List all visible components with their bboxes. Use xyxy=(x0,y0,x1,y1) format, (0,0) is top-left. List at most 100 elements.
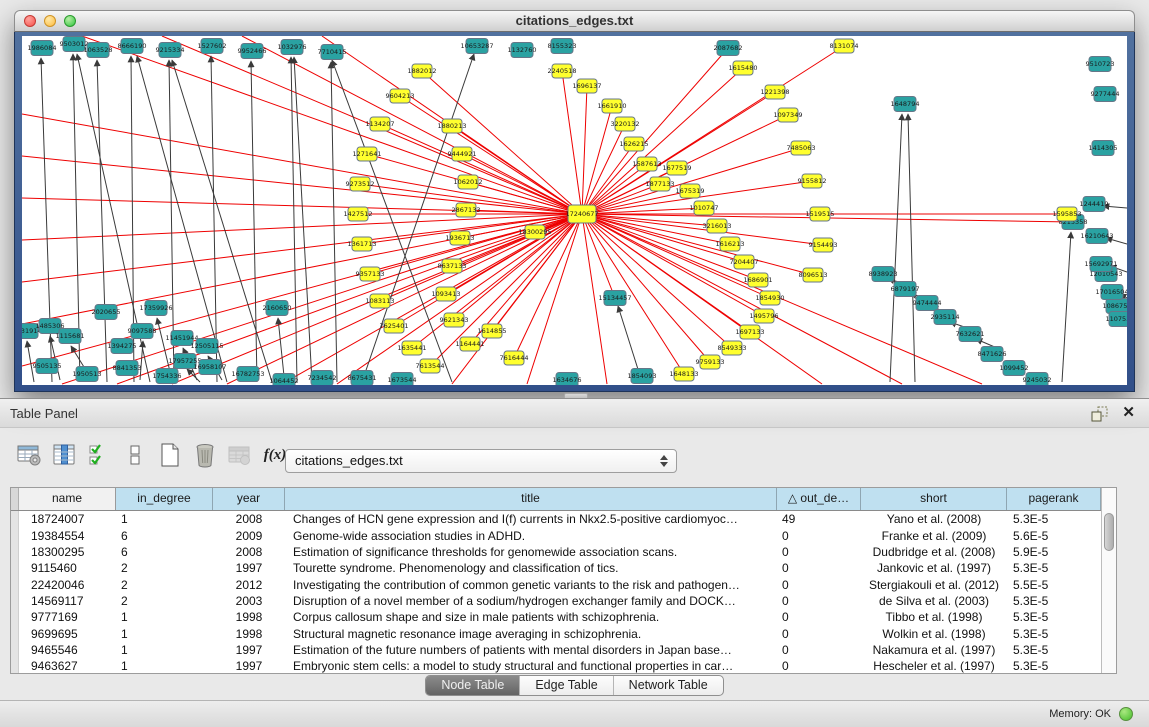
graph-node-label: 9357133 xyxy=(356,270,385,278)
tab-node-table[interactable]: Node Table xyxy=(426,676,520,695)
graph-node-label: 1083113 xyxy=(366,297,395,305)
graph-node-label: 1634676 xyxy=(553,376,582,384)
graph-node-label: 1950513 xyxy=(73,370,102,378)
graph-node-label: 1519515 xyxy=(806,210,835,218)
graph-node-label: 1427512 xyxy=(344,210,373,218)
graph-node-label: 1936713 xyxy=(446,234,475,242)
graph-node-label: 1164441 xyxy=(456,340,485,348)
column-header-in_degree[interactable]: in_degree xyxy=(116,488,213,510)
table-row[interactable]: 1938455462009Genome-wide association stu… xyxy=(11,527,1116,543)
cell-in_degree: 2 xyxy=(116,594,213,608)
window-title: citations_edges.txt xyxy=(15,11,1134,31)
minimize-window-button[interactable] xyxy=(44,15,56,27)
row-gutter xyxy=(11,527,19,543)
vertical-scrollbar[interactable] xyxy=(1101,488,1116,673)
graph-node-label: 7710415 xyxy=(318,48,347,56)
table-select-dropdown[interactable]: citations_edges.txt xyxy=(285,449,677,473)
table-row[interactable]: 977716911998Corpus callosum shape and si… xyxy=(11,609,1116,625)
zoom-window-button[interactable] xyxy=(64,15,76,27)
column-header-pagerank[interactable]: pagerank xyxy=(1007,488,1101,510)
cell-short: Dudbridge et al. (2008) xyxy=(861,545,1007,559)
window-titlebar[interactable]: citations_edges.txt xyxy=(14,10,1135,32)
cell-out_degree: 0 xyxy=(777,610,861,624)
cell-in_degree: 6 xyxy=(116,545,213,559)
graph-node-label: 17016504 xyxy=(1095,288,1127,296)
graph-node-label: 6879197 xyxy=(891,285,920,293)
cell-in_degree: 1 xyxy=(116,643,213,657)
cell-pagerank: 5.3E-5 xyxy=(1007,512,1101,526)
table-row[interactable]: 946362711997Embryonic stem cells: a mode… xyxy=(11,658,1116,674)
cell-name: 18724007 xyxy=(19,512,116,526)
cell-title: Disruption of a novel member of a sodium… xyxy=(285,594,777,608)
memory-status-indicator[interactable] xyxy=(1119,707,1133,721)
column-header-short[interactable]: short xyxy=(861,488,1007,510)
table-settings-icon xyxy=(17,443,43,467)
table-row[interactable]: 2242004622012Investigating the contribut… xyxy=(11,576,1116,592)
deselect-button[interactable] xyxy=(121,441,149,469)
red-edge xyxy=(380,214,582,301)
cell-short: Tibbo et al. (1998) xyxy=(861,610,1007,624)
select-all-button[interactable] xyxy=(86,441,114,469)
select-all-icon xyxy=(88,443,112,467)
graph-node-label: 1244419 xyxy=(1080,200,1109,208)
row-gutter xyxy=(11,593,19,609)
table-row[interactable]: 911546021997Tourette syndrome. Phenomeno… xyxy=(11,560,1116,576)
column-header-out_degree[interactable]: △ out_de… xyxy=(777,488,861,510)
cell-short: Nakamura et al. (1997) xyxy=(861,643,1007,657)
cell-out_degree: 0 xyxy=(777,529,861,543)
graph-node-label: 1063528 xyxy=(84,46,113,54)
close-panel-icon[interactable]: ✕ xyxy=(1122,403,1135,421)
graph-node-label: 2020655 xyxy=(92,308,121,316)
new-object-button[interactable] xyxy=(156,441,184,469)
cell-out_degree: 0 xyxy=(777,545,861,559)
graph-node-label: 9277444 xyxy=(1091,90,1120,98)
cell-short: Franke et al. (2009) xyxy=(861,529,1007,543)
red-edge xyxy=(400,96,582,214)
cell-year: 1998 xyxy=(213,627,285,641)
red-edge xyxy=(582,86,587,214)
float-panel-icon[interactable] xyxy=(1091,406,1109,422)
graph-node-label: 1854930 xyxy=(756,294,785,302)
graph-node-label: 1677519 xyxy=(663,164,692,172)
tab-edge-table[interactable]: Edge Table xyxy=(520,676,613,695)
function-builder-icon: f(x) xyxy=(264,447,287,464)
table-row[interactable]: 1830029562008Estimation of significance … xyxy=(11,544,1116,560)
graph-node-label: 2240518 xyxy=(548,67,577,75)
graph-node-label: 7632621 xyxy=(956,330,985,338)
column-header-title[interactable]: title xyxy=(285,488,777,510)
cell-in_degree: 1 xyxy=(116,659,213,673)
cell-title: Estimation of significance thresholds fo… xyxy=(285,545,777,559)
network-view-frame: 1986084950301210635288666190921533415276… xyxy=(14,32,1135,392)
table-row[interactable]: 969969511998Structural magnetic resonanc… xyxy=(11,625,1116,641)
delete-button[interactable] xyxy=(191,441,219,469)
cell-short: Wolkin et al. (1998) xyxy=(861,627,1007,641)
graph-node-label: 9759133 xyxy=(696,358,725,366)
table-settings-button[interactable] xyxy=(16,441,44,469)
graph-node-label: 2160650 xyxy=(263,304,292,312)
network-canvas[interactable]: 1986084950301210635288666190921533415276… xyxy=(22,36,1127,385)
scrollbar-thumb[interactable] xyxy=(1104,513,1114,551)
graph-node-label: 7616444 xyxy=(500,354,529,362)
cell-year: 1998 xyxy=(213,610,285,624)
table-body: 1872400712008Changes of HCN gene express… xyxy=(11,511,1116,674)
close-window-button[interactable] xyxy=(24,15,36,27)
table-row[interactable]: 1456911722003Disruption of a novel membe… xyxy=(11,593,1116,609)
select-column-button[interactable] xyxy=(51,441,79,469)
graph-node-label: 1064452 xyxy=(270,377,299,385)
column-header-year[interactable]: year xyxy=(213,488,285,510)
graph-node-label: 1097349 xyxy=(774,111,803,119)
black-edge xyxy=(294,57,312,382)
table-row[interactable]: 946554611997Estimation of the future num… xyxy=(11,642,1116,658)
tab-network-table[interactable]: Network Table xyxy=(614,676,723,695)
cell-out_degree: 49 xyxy=(777,512,861,526)
table-panel-header: Table Panel ✕ xyxy=(0,398,1149,428)
cell-out_degree: 0 xyxy=(777,659,861,673)
graph-node-label: 8549333 xyxy=(718,344,747,352)
table-row[interactable]: 1872400712008Changes of HCN gene express… xyxy=(11,511,1116,527)
cell-year: 2008 xyxy=(213,545,285,559)
row-gutter xyxy=(11,625,19,641)
graph-node-label: 1086753 xyxy=(1103,302,1127,310)
cell-in_degree: 1 xyxy=(116,512,213,526)
column-header-name[interactable]: name xyxy=(19,488,116,510)
import-table-disabled-icon xyxy=(227,443,253,467)
